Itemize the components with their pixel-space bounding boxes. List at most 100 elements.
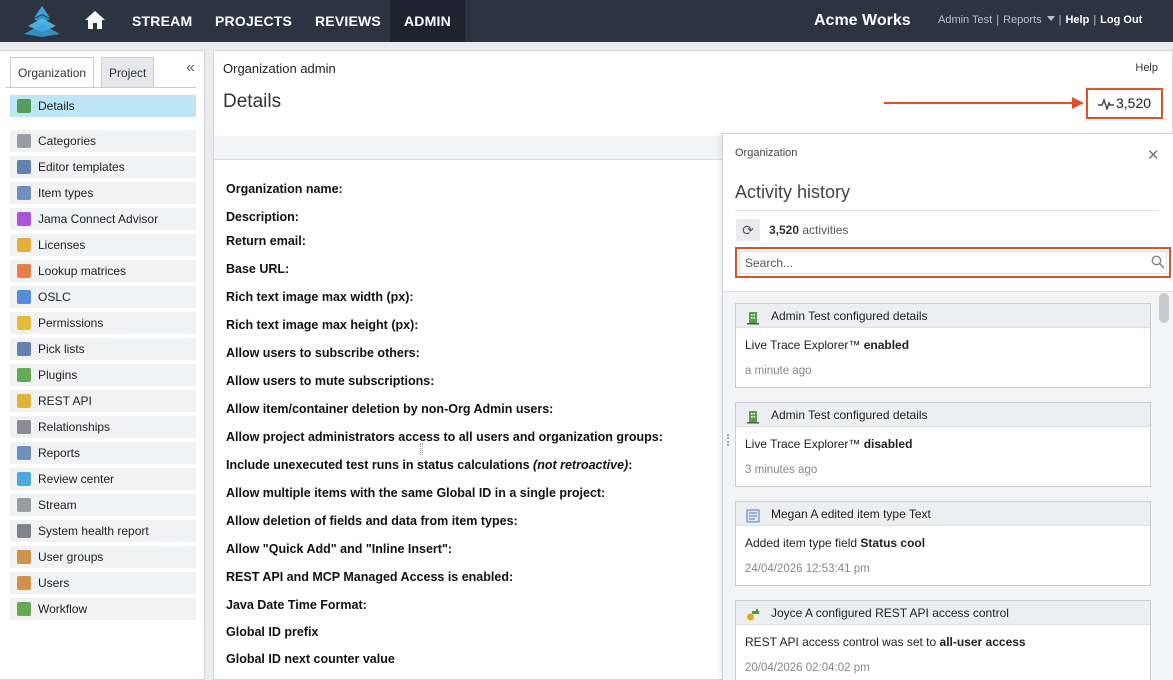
page-help-link[interactable]: Help	[1135, 62, 1158, 74]
panel-title: Activity history	[735, 182, 851, 202]
nav-admin[interactable]: ADMIN	[390, 0, 465, 42]
field-label: Allow multiple items with the same Globa…	[226, 486, 606, 500]
field-label: Return email:	[226, 234, 306, 248]
building-icon	[17, 99, 31, 113]
activity-list-scrollbar[interactable]	[1159, 293, 1169, 323]
sidebar-item-users[interactable]: Users	[10, 572, 196, 594]
sidebar-item-review-center[interactable]: Review center	[10, 468, 196, 490]
activity-title: Joyce A configured REST API access contr…	[771, 606, 1009, 620]
sidebar-item-licenses[interactable]: Licenses	[10, 234, 196, 256]
sidebar-item-oslc[interactable]: OSLC	[10, 286, 196, 308]
sidebar-item-label: Jama Connect Advisor	[38, 212, 159, 226]
search-icon[interactable]	[1151, 255, 1165, 269]
field-label: Include unexecuted test runs in status c…	[226, 458, 633, 472]
logout-link[interactable]: Log Out	[1100, 14, 1142, 26]
nav-reviews[interactable]: REVIEWS	[315, 0, 381, 42]
sidebar-item-workflow[interactable]: Workflow	[10, 598, 196, 620]
activity-card-header: Admin Test configured details	[736, 304, 1150, 328]
sidebar-item-lookup-matrices[interactable]: Lookup matrices	[10, 260, 196, 282]
activity-timestamp: a minute ago	[745, 365, 812, 377]
activity-card[interactable]: Megan A edited item type Text Added item …	[735, 501, 1151, 586]
field-label: Global ID next counter value	[226, 652, 395, 666]
field-label: Allow "Quick Add" and "Inline Insert":	[226, 542, 453, 556]
item-types-icon	[746, 507, 760, 523]
sidebar-item-item-types[interactable]: Item types	[10, 182, 196, 204]
field-label: Allow deletion of fields and data from i…	[226, 514, 518, 528]
api-key-icon	[746, 606, 760, 621]
activity-history-panel: Organization ✕ Activity history ⟳ 3,520 …	[722, 133, 1173, 680]
api-key-icon	[17, 394, 31, 408]
sidebar-item-rest-api[interactable]: REST API	[10, 390, 196, 412]
activity-description: Live Trace Explorer™ disabled	[745, 437, 913, 451]
sidebar-item-details[interactable]: Details	[10, 95, 196, 117]
activity-card[interactable]: Admin Test configured details Live Trace …	[735, 303, 1151, 388]
nav-stream[interactable]: STREAM	[132, 0, 192, 42]
tag-icon	[17, 134, 31, 148]
user-icon	[17, 576, 31, 590]
building-icon	[746, 408, 760, 424]
field-label: Description:	[226, 210, 299, 224]
top-navigation-bar: STREAM PROJECTS REVIEWS ADMIN Acme Works…	[0, 0, 1173, 42]
field-label: Rich text image max height (px):	[226, 318, 419, 332]
sidebar-item-label: Categories	[38, 134, 97, 148]
matrix-icon	[17, 264, 31, 278]
panel-divider	[735, 210, 1159, 211]
field-label: Base URL:	[226, 262, 290, 276]
tab-divider	[6, 87, 196, 88]
activity-counter-button[interactable]: 3,520	[1086, 88, 1163, 119]
activity-count: 3,520	[1116, 95, 1152, 111]
tab-organization[interactable]: Organization	[10, 57, 95, 88]
advisor-icon	[17, 212, 31, 226]
activity-title: Admin Test configured details	[771, 408, 928, 422]
reports-menu-link[interactable]: Reports	[1003, 14, 1055, 26]
sidebar-item-editor-templates[interactable]: Editor templates	[10, 156, 196, 178]
resize-handle[interactable]	[420, 443, 423, 455]
sidebar-item-system-health-report[interactable]: System health report	[10, 520, 196, 542]
field-note: (not retroactive)	[533, 458, 629, 472]
activity-search-input[interactable]	[739, 251, 1167, 274]
sidebar-item-label: System health report	[38, 524, 149, 538]
activity-card[interactable]: Admin Test configured details Live Trace …	[735, 402, 1151, 487]
sidebar-item-label: Pick lists	[38, 342, 85, 356]
sidebar-item-label: Users	[38, 576, 70, 590]
sidebar-item-plugins[interactable]: Plugins	[10, 364, 196, 386]
stream-icon	[17, 498, 31, 512]
help-link[interactable]: Help	[1065, 14, 1089, 26]
sidebar-item-permissions[interactable]: Permissions	[10, 312, 196, 334]
activity-card-header: Admin Test configured details	[736, 403, 1150, 427]
activity-title: Admin Test configured details	[771, 309, 928, 323]
refresh-icon[interactable]: ⟳	[736, 219, 760, 241]
sidebar-item-categories[interactable]: Categories	[10, 130, 196, 152]
nav-projects[interactable]: PROJECTS	[215, 0, 292, 42]
tab-project[interactable]: Project	[101, 57, 155, 87]
sidebar-item-reports[interactable]: Reports	[10, 442, 196, 464]
panel-context: Organization	[735, 147, 798, 159]
page-title: Details	[223, 91, 282, 112]
app-logo-icon[interactable]	[22, 4, 62, 38]
sidebar-item-stream[interactable]: Stream	[10, 494, 196, 516]
home-icon[interactable]	[84, 10, 106, 30]
activity-list: Admin Test configured details Live Trace …	[723, 292, 1173, 680]
panel-resize-handle[interactable]	[727, 434, 729, 446]
admin-menu: Details Categories Editor templates Item ty…	[10, 95, 196, 624]
activity-timestamp: 3 minutes ago	[745, 464, 818, 476]
user-menu-link[interactable]: Admin Test	[938, 14, 992, 26]
sidebar-item-jama-connect-advisor[interactable]: Jama Connect Advisor	[10, 208, 196, 230]
sidebar-item-user-groups[interactable]: User groups	[10, 546, 196, 568]
sidebar-item-relationships[interactable]: Relationships	[10, 416, 196, 438]
activity-title: Megan A edited item type Text	[771, 507, 931, 521]
chevron-down-icon	[1046, 16, 1055, 21]
field-label: Global ID prefix	[226, 625, 319, 639]
activity-timestamp: 24/04/2026 12:53:41 pm	[745, 563, 870, 575]
sidebar-item-label: Review center	[38, 472, 115, 486]
field-label: Rich text image max width (px):	[226, 290, 414, 304]
annotation-arrow-head	[1072, 97, 1084, 109]
review-icon	[17, 472, 31, 486]
activity-card[interactable]: Joyce A configured REST API access contr…	[735, 600, 1151, 680]
template-icon	[17, 160, 31, 174]
collapse-sidebar-icon[interactable]: «	[186, 60, 200, 76]
sidebar-item-pick-lists[interactable]: Pick lists	[10, 338, 196, 360]
list-icon	[17, 342, 31, 356]
close-icon[interactable]: ✕	[1147, 148, 1160, 163]
admin-sidebar: Organization Project « Details Categories…	[0, 50, 205, 680]
